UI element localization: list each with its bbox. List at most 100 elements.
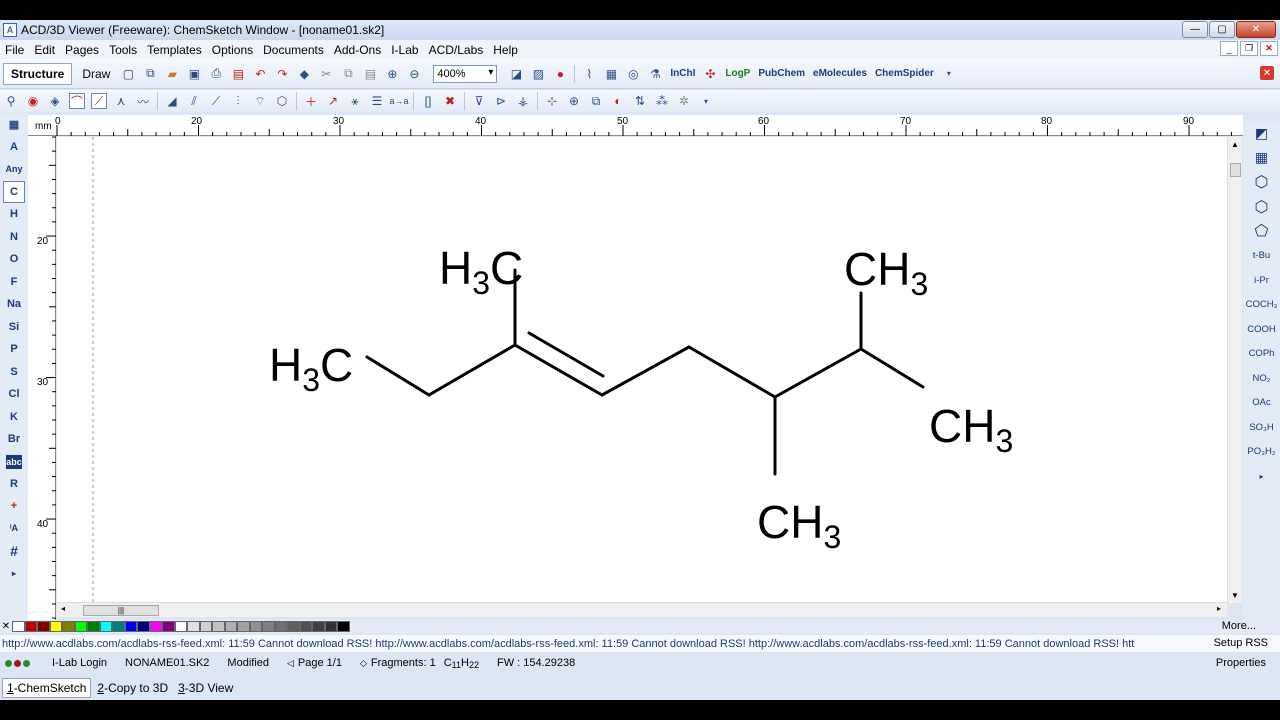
minimize-button[interactable]: — [1182,21,1208,38]
atom-cl[interactable]: Cl [3,383,25,406]
color-swatch[interactable] [299,621,312,632]
single-bond-icon[interactable]: ⟋ [208,93,224,109]
color-swatch[interactable] [49,621,62,632]
color-swatch[interactable] [162,621,175,632]
pentagon-icon[interactable]: ⬠ [1245,219,1279,244]
reaction-map-icon[interactable]: a→a [390,93,409,109]
chemspider-button[interactable]: ChemSpider [875,68,934,79]
radical-i-pr[interactable]: i-Pr [1245,268,1279,293]
redo-icon[interactable]: ↷ [274,66,290,82]
templates-book-icon[interactable]: ◩ [1245,121,1279,146]
spectrum-icon[interactable]: ⌇ [581,66,597,82]
close-panel-icon[interactable]: ✕ [1260,66,1274,80]
name-icon[interactable]: ⚗ [647,66,663,82]
text-label-icon[interactable]: abc [6,454,22,469]
ilab-login[interactable]: I-Lab Login [52,657,107,669]
toolbar2-overflow-icon[interactable]: ▾ [698,93,714,109]
align-center-icon[interactable]: ⊕ [566,93,582,109]
tab-3d-view[interactable]: 3-3D View [174,679,237,697]
3d-icon[interactable]: ● [552,66,568,82]
drawing-canvas[interactable]: H3C H3C CH3 CH3 CH3 [57,137,1227,603]
zoom-select[interactable]: 400% [433,64,498,83]
atom-na[interactable]: Na [3,293,25,316]
reaction-icon[interactable]: ⚹ [347,93,363,109]
scroll-right-icon[interactable]: ▸ [1217,604,1221,613]
color-swatch[interactable] [149,621,162,632]
setup-rss-button[interactable]: Setup RSS [1214,637,1268,649]
vertical-scroll-thumb[interactable] [1230,163,1241,177]
maximize-button[interactable]: ▢ [1209,21,1235,38]
3d-optimize-icon[interactable]: ⁂ [654,93,670,109]
atom-n[interactable]: N [3,226,25,249]
atom-p[interactable]: P [3,338,25,361]
atom-h[interactable]: H [3,203,25,226]
undo-icon[interactable]: ↶ [252,66,268,82]
periodic-table-icon[interactable]: ▦ [3,113,25,136]
color-swatch[interactable] [287,621,300,632]
atom-br[interactable]: Br [3,428,25,451]
arrow-icon[interactable]: ↗ [325,93,341,109]
new-document-icon[interactable]: ⧉ [142,66,158,82]
menu-options[interactable]: Options [207,43,258,57]
atom-any[interactable]: Any [3,158,25,181]
image-icon[interactable]: ▨ [530,66,546,82]
scroll-up-icon[interactable]: ▲ [1231,140,1239,149]
rotate-icon[interactable]: ◉ [25,93,41,109]
radical-oac[interactable]: OAc [1245,391,1279,416]
select-move-icon[interactable]: ⚲ [3,93,19,109]
emolecules-button[interactable]: eMolecules [813,68,867,79]
radical-po3h2[interactable]: PO₃H₂ [1245,440,1279,465]
structure-mode-button[interactable]: Structure [3,62,73,85]
color-swatch[interactable] [174,621,187,632]
page-prev-icon[interactable]: ◁ [287,658,294,669]
menu-add-ons[interactable]: Add-Ons [329,43,386,57]
flip-icon[interactable]: ⚶ [515,93,531,109]
color-swatch[interactable] [24,621,37,632]
flip-horizontal-icon[interactable]: ⊳ [493,93,509,109]
radical-so3h[interactable]: SO₃H [1245,415,1279,440]
color-swatch[interactable] [262,621,275,632]
zoom-out-icon[interactable]: ⊖ [406,66,422,82]
color-swatch[interactable] [237,621,250,632]
menu-pages[interactable]: Pages [60,43,104,57]
color-swatch[interactable] [337,621,350,632]
menu-file[interactable]: File [0,43,29,57]
3d-rotate-icon[interactable]: ◈ [47,93,63,109]
isotope-icon[interactable]: ⁱA [3,518,25,541]
color-swatch[interactable] [249,621,262,632]
templates-table-icon[interactable]: ▦ [1245,146,1279,171]
horizontal-scroll-thumb[interactable]: ||| [83,605,159,616]
color-swatch[interactable] [87,621,100,632]
radical-t-bu[interactable]: t-Bu [1245,244,1279,269]
color-swatch[interactable] [212,621,225,632]
scroll-left-icon[interactable]: ◂ [61,604,65,613]
rss-message[interactable]: http://www.acdlabs.com/acdlabs-rss-feed.… [2,638,1134,650]
toolbar-overflow-icon[interactable]: ▾ [941,66,957,82]
print-icon[interactable]: ⎙ [208,66,224,82]
zoom-in-icon[interactable]: ⊕ [384,66,400,82]
color-swatch[interactable] [274,621,287,632]
hexagon-icon[interactable]: ⬡ [1245,170,1279,195]
properties-button[interactable]: Properties [1216,657,1266,669]
dictionary-icon[interactable]: ◎ [625,66,641,82]
doc-restore-button[interactable]: ❐ [1240,41,1258,56]
pdf-icon[interactable]: ▤ [230,66,246,82]
explicit-hydrogen-icon[interactable]: ⇅ [632,93,648,109]
more-colors-button[interactable]: More... [1222,620,1256,632]
close-button[interactable]: ✕ [1236,21,1276,38]
menu-templates[interactable]: Templates [142,43,207,57]
menu-tools[interactable]: Tools [104,43,142,57]
radicals-overflow-icon[interactable]: ▸ [1245,464,1279,489]
atom-c[interactable]: C [3,180,25,203]
radical-coch3[interactable]: COCH₃ [1245,293,1279,318]
horizontal-scrollbar[interactable]: ◂ ||| ▸ [57,602,1227,617]
delete-icon[interactable]: ✖ [442,93,458,109]
tab-chemsketch[interactable]: 1-ChemSketch [2,678,92,698]
pubchem-button[interactable]: PubChem [758,68,805,79]
scroll-down-icon[interactable]: ▼ [1231,591,1239,600]
table-icon[interactable]: ▦ [603,66,619,82]
draw-chain-icon[interactable]: 〰 [135,93,151,109]
atom-o[interactable]: O [3,248,25,271]
align-icon[interactable]: ☰ [369,93,385,109]
radical-cooh[interactable]: COOH [1245,317,1279,342]
